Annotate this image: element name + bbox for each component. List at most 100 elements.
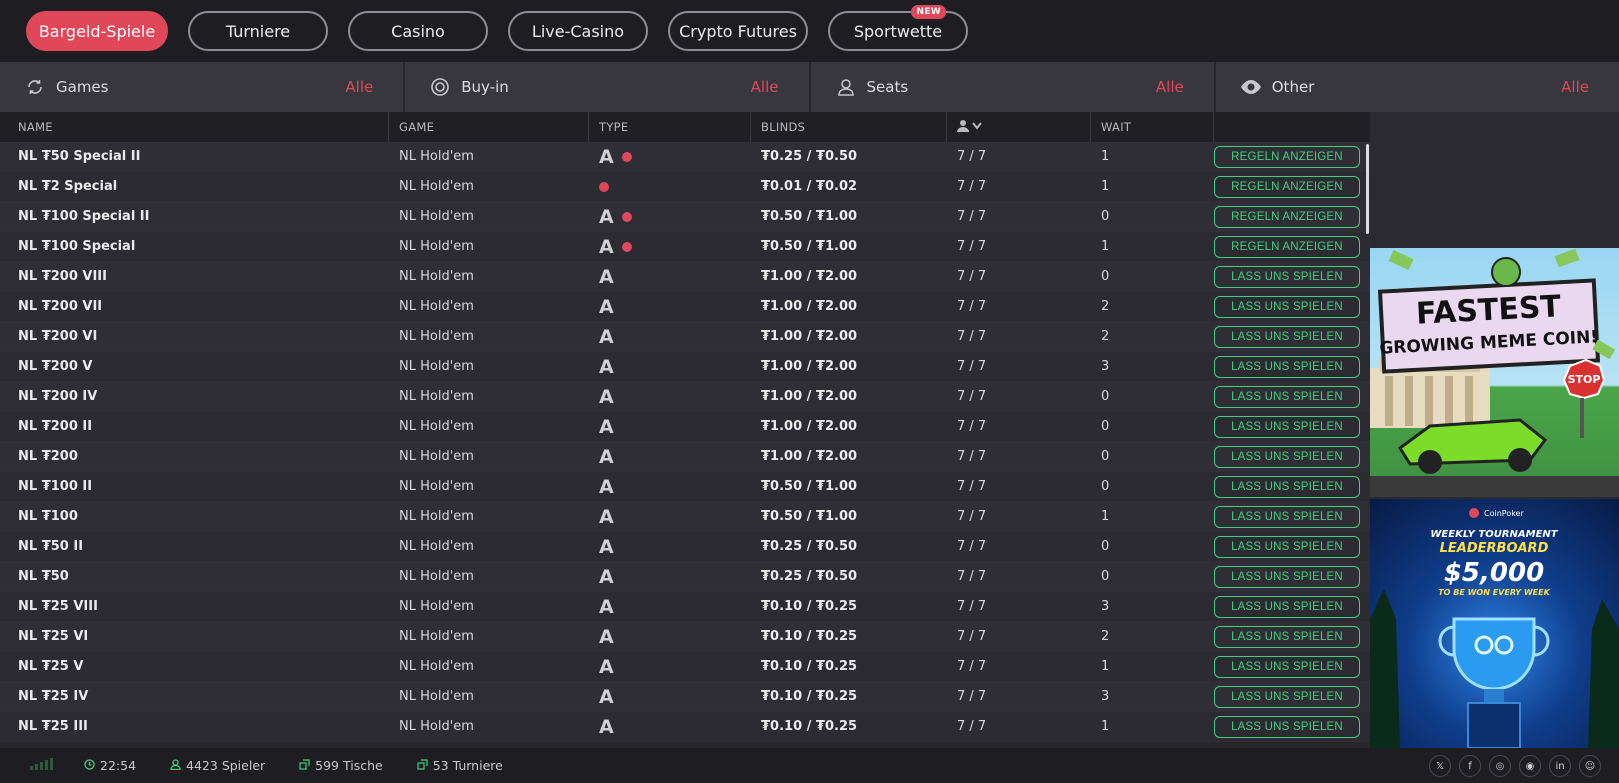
table-row[interactable]: NL ₮25 VIII NL Hold'em A ₮0.10 / ₮0.25 7 / 7…: [0, 592, 1370, 622]
discord-icon[interactable]: ◉: [1519, 755, 1541, 777]
tab-crypto-futures[interactable]: Crypto Futures: [668, 11, 808, 51]
table-type: A: [589, 292, 751, 322]
game-type: NL Hold'em: [399, 239, 474, 254]
tab-sportwette[interactable]: Sportwette NEW: [828, 5, 968, 51]
play-button[interactable]: LASS UNS SPIELEN: [1214, 595, 1360, 618]
table-name: NL ₮100 Special II: [18, 209, 150, 224]
play-button[interactable]: LASS UNS SPIELEN: [1214, 445, 1360, 468]
play-button[interactable]: LASS UNS SPIELEN: [1214, 535, 1360, 558]
facebook-icon[interactable]: f: [1459, 755, 1481, 777]
tournaments-count: 53 Turniere: [432, 758, 503, 773]
seats: 7 / 7: [957, 299, 987, 314]
play-button[interactable]: LASS UNS SPIELEN: [1214, 715, 1360, 738]
table-row[interactable]: NL ₮200 NL Hold'em A ₮1.00 / ₮2.00 7 / 7 0 LAS…: [0, 442, 1370, 472]
wait-count: 2: [1101, 329, 1110, 344]
table-row[interactable]: NL ₮50 NL Hold'em A ₮0.25 / ₮0.50 7 / 7 0 LASS…: [0, 562, 1370, 592]
header-blinds[interactable]: BLINDS: [751, 112, 947, 142]
wait-count: 1: [1101, 149, 1110, 164]
header-type[interactable]: TYPE: [589, 112, 751, 142]
tab-label: Turniere: [225, 21, 291, 41]
header-seats[interactable]: [947, 112, 1091, 142]
table-row[interactable]: NL ₮100 NL Hold'em A ₮0.50 / ₮1.00 7 / 7 1 LAS…: [0, 502, 1370, 532]
table-row[interactable]: NL ₮25 VI NL Hold'em A ₮0.10 / ₮0.25 7 / 7 2 L…: [0, 622, 1370, 652]
seats: 7 / 7: [957, 509, 987, 524]
play-button[interactable]: LASS UNS SPIELEN: [1214, 505, 1360, 528]
play-button[interactable]: LASS UNS SPIELEN: [1214, 655, 1360, 678]
instagram-icon[interactable]: ◎: [1489, 755, 1511, 777]
tournaments-icon: [417, 758, 428, 773]
table-row[interactable]: NL ₮200 VI NL Hold'em A ₮1.00 / ₮2.00 7 / 7 2…: [0, 322, 1370, 352]
tab-bargeld-spiele[interactable]: Bargeld-Spiele: [26, 11, 168, 51]
filter-buy-in[interactable]: Buy-in Alle: [405, 62, 811, 112]
table-row[interactable]: NL ₮50 Special II NL Hold'em A ₮0.25 / ₮0.5…: [0, 142, 1370, 172]
action-cell: LASS UNS SPIELEN: [1214, 382, 1370, 412]
table-row[interactable]: NL ₮200 VIII NL Hold'em A ₮1.00 / ₮2.00 7 / …: [0, 262, 1370, 292]
play-button[interactable]: LASS UNS SPIELEN: [1214, 625, 1360, 648]
show-rules-button[interactable]: REGELN ANZEIGEN: [1214, 235, 1360, 258]
table-row[interactable]: NL ₮200 VII NL Hold'em A ₮1.00 / ₮2.00 7 / 7…: [0, 292, 1370, 322]
table-row[interactable]: NL ₮200 IV NL Hold'em A ₮1.00 / ₮2.00 7 / 7 0…: [0, 382, 1370, 412]
show-rules-button[interactable]: REGELN ANZEIGEN: [1214, 175, 1360, 198]
filter-value: Alle: [1155, 78, 1184, 96]
leaderboard-ad[interactable]: CoinPoker WEEKLY TOURNAMENT LEADERBOARD …: [1370, 499, 1619, 748]
seats: 7 / 7: [957, 149, 987, 164]
table-row[interactable]: NL ₮200 V NL Hold'em A ₮1.00 / ₮2.00 7 / 7 3 L…: [0, 352, 1370, 382]
play-button[interactable]: LASS UNS SPIELEN: [1214, 565, 1360, 588]
play-button[interactable]: LASS UNS SPIELEN: [1214, 265, 1360, 288]
action-cell: LASS UNS SPIELEN: [1214, 712, 1370, 742]
blinds: ₮0.10 / ₮0.25: [761, 689, 858, 704]
table-name: NL ₮200 II: [18, 419, 93, 434]
show-rules-button[interactable]: REGELN ANZEIGEN: [1214, 145, 1360, 168]
header-game[interactable]: GAME: [389, 112, 589, 142]
new-badge: NEW: [911, 5, 946, 19]
x-icon[interactable]: 𝕏: [1429, 755, 1451, 777]
play-button[interactable]: LASS UNS SPIELEN: [1214, 685, 1360, 708]
tab-casino[interactable]: Casino: [348, 11, 488, 51]
wait-count: 0: [1101, 569, 1110, 584]
blinds: ₮1.00 / ₮2.00: [761, 389, 858, 404]
game-type: NL Hold'em: [399, 329, 474, 344]
header-name[interactable]: NAME: [0, 112, 389, 142]
header-wait[interactable]: WAIT: [1091, 112, 1214, 142]
blinds: ₮0.01 / ₮0.02: [761, 179, 858, 194]
table-row[interactable]: NL ₮25 III NL Hold'em A ₮0.10 / ₮0.25 7 / 7 1…: [0, 712, 1370, 742]
table-row[interactable]: NL ₮100 II NL Hold'em A ₮0.50 / ₮1.00 7 / 7 0…: [0, 472, 1370, 502]
table-row[interactable]: NL ₮200 II NL Hold'em A ₮1.00 / ₮2.00 7 / 7 0…: [0, 412, 1370, 442]
seats: 7 / 7: [957, 269, 987, 284]
table-row[interactable]: NL ₮100 Special II NL Hold'em A ₮0.50 / ₮1.…: [0, 202, 1370, 232]
reddit-icon[interactable]: ☺: [1579, 755, 1601, 777]
filter-other[interactable]: Other Alle: [1216, 62, 1619, 112]
linkedin-icon[interactable]: in: [1549, 755, 1571, 777]
play-button[interactable]: LASS UNS SPIELEN: [1214, 325, 1360, 348]
filter-seats[interactable]: Seats Alle: [811, 62, 1216, 112]
table-row[interactable]: NL ₮25 IV NL Hold'em A ₮0.10 / ₮0.25 7 / 7 3 L…: [0, 682, 1370, 712]
tables-icon: [299, 758, 310, 773]
play-button[interactable]: LASS UNS SPIELEN: [1214, 355, 1360, 378]
table-row[interactable]: NL ₮2 Special NL Hold'em ₮0.01 / ₮0.02 7 / …: [0, 172, 1370, 202]
anonymous-table-icon: A: [599, 565, 614, 588]
table-name: NL ₮200 IV: [18, 389, 98, 404]
special-dot-icon: [621, 241, 632, 252]
action-cell: REGELN ANZEIGEN: [1214, 232, 1370, 262]
play-button[interactable]: LASS UNS SPIELEN: [1214, 295, 1360, 318]
action-cell: LASS UNS SPIELEN: [1214, 292, 1370, 322]
play-button[interactable]: LASS UNS SPIELEN: [1214, 475, 1360, 498]
seats: 7 / 7: [957, 449, 987, 464]
play-button[interactable]: LASS UNS SPIELEN: [1214, 415, 1360, 438]
table-scrollbar[interactable]: [1366, 144, 1369, 234]
table-row[interactable]: NL ₮100 Special NL Hold'em A ₮0.50 / ₮1.00 7…: [0, 232, 1370, 262]
blinds: ₮0.50 / ₮1.00: [761, 239, 858, 254]
table-row[interactable]: NL ₮25 V NL Hold'em A ₮0.10 / ₮0.25 7 / 7 1 LA…: [0, 652, 1370, 682]
table-row[interactable]: NL ₮50 II NL Hold'em A ₮0.25 / ₮0.50 7 / 7 0 L…: [0, 532, 1370, 562]
tab-turniere[interactable]: Turniere: [188, 11, 328, 51]
table-name: NL ₮200 VII: [18, 299, 103, 314]
wait-count: 0: [1101, 209, 1110, 224]
play-button[interactable]: LASS UNS SPIELEN: [1214, 385, 1360, 408]
tab-live-casino[interactable]: Live-Casino: [508, 11, 648, 51]
eye-icon: [1240, 76, 1262, 98]
seats: 7 / 7: [957, 419, 987, 434]
show-rules-button[interactable]: REGELN ANZEIGEN: [1214, 205, 1360, 228]
table-type: A: [589, 352, 751, 382]
filter-games[interactable]: Games Alle: [0, 62, 406, 112]
meme-coin-ad[interactable]: FASTEST GROWING MEME COIN! STOP: [1370, 248, 1619, 497]
